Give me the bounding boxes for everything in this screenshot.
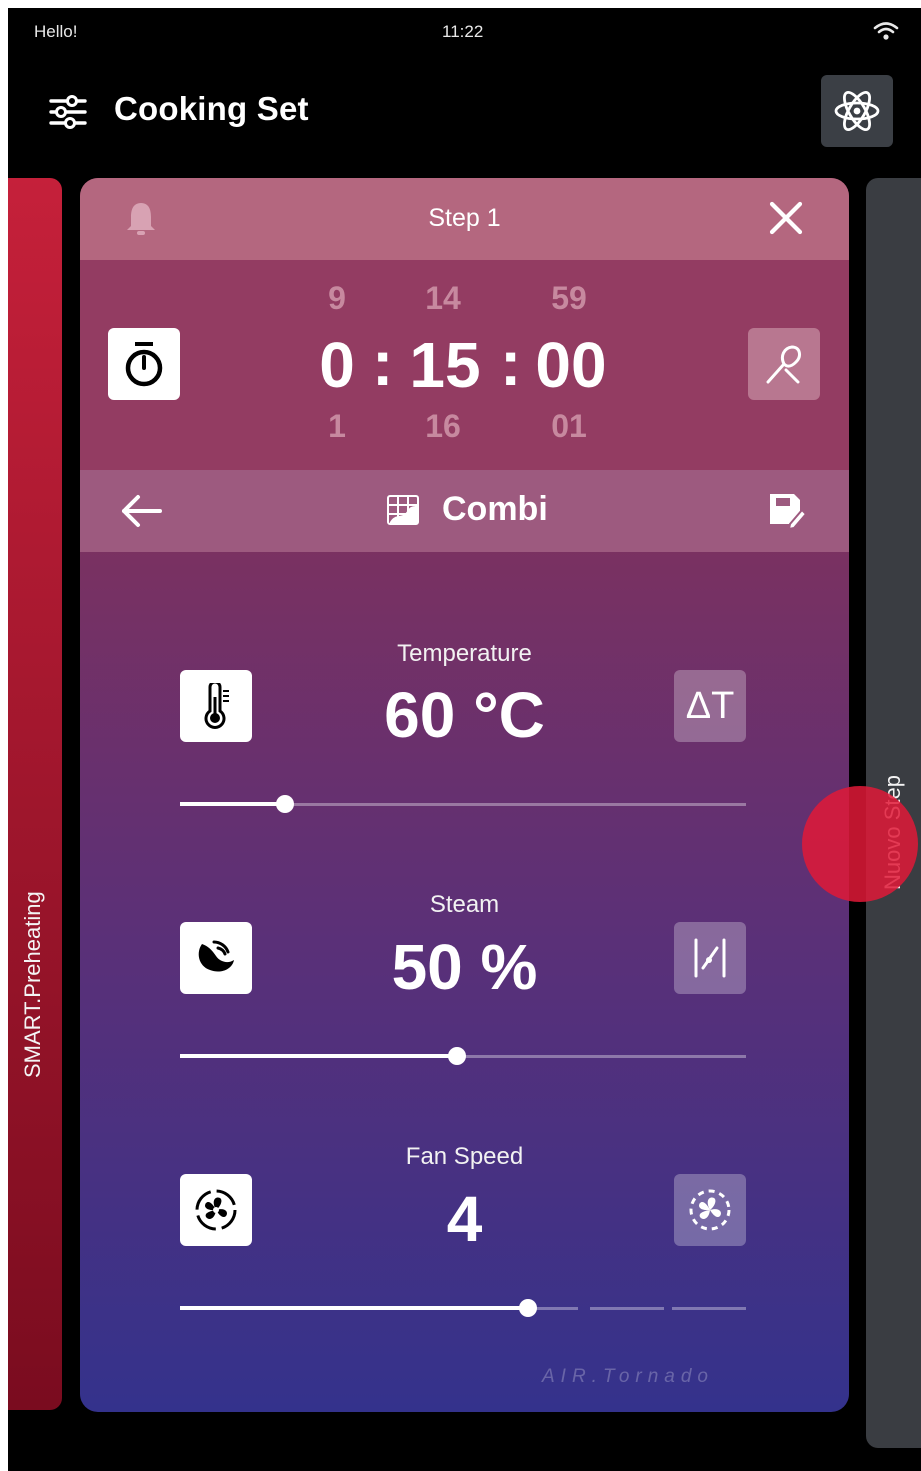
timer-picker[interactable]: 9 14 59 0 : 15 : 00 1 16 01 [80, 260, 849, 470]
touch-indicator [802, 786, 918, 902]
hours-value[interactable]: 0 [292, 328, 382, 402]
step-card: Step 1 9 14 59 0 : 15 : 00 1 16 01 Combi… [80, 178, 849, 1412]
status-greeting: Hello! [34, 22, 78, 41]
smart-preheating-panel[interactable]: SMART.Preheating [8, 178, 62, 1410]
header: Cooking Set [8, 64, 921, 160]
status-time: 11:22 [442, 22, 484, 41]
atom-button[interactable] [821, 75, 893, 147]
screen: Hello! 11:22 Cooking Set SMART.Preheatin… [8, 8, 921, 1471]
settings-sliders-icon[interactable] [48, 94, 88, 130]
status-bar: Hello! 11:22 [8, 8, 921, 52]
save-icon[interactable] [768, 492, 808, 530]
seconds-next: 01 [551, 408, 587, 444]
core-probe-icon [766, 345, 801, 384]
core-probe-button[interactable] [748, 328, 820, 400]
minutes-next: 16 [425, 408, 461, 444]
combi-mode-icon [387, 495, 419, 525]
atom-icon [834, 90, 880, 132]
mode-bar: Combi [80, 470, 849, 552]
back-arrow-icon[interactable] [120, 492, 164, 530]
timer-colon: : [372, 327, 394, 399]
air-tornado-watermark: AIR.Tornado [542, 1366, 714, 1387]
timer-colon: : [500, 327, 522, 399]
page-title: Cooking Set [114, 90, 309, 127]
slider-thumb[interactable] [448, 1047, 467, 1065]
steam-label: Steam [429, 891, 500, 918]
fan-speed-slider[interactable] [180, 1298, 746, 1318]
fan-speed-label: Fan Speed [405, 1143, 524, 1170]
close-icon[interactable] [766, 198, 806, 238]
slider-segment [672, 1307, 746, 1310]
wifi-icon [873, 22, 899, 40]
slider-fill [180, 802, 285, 806]
slider-thumb[interactable] [275, 795, 294, 813]
humidity-mode-button[interactable] [674, 922, 746, 994]
humidity-mode-icon [694, 938, 726, 978]
minutes-value[interactable]: 15 [400, 328, 490, 402]
hours-next: 1 [328, 408, 346, 444]
hours-prev: 9 [328, 280, 346, 316]
temperature-label: Temperature [397, 640, 532, 667]
temperature-slider[interactable] [180, 794, 746, 814]
minutes-prev: 14 [425, 280, 461, 316]
step-header: Step 1 [80, 178, 849, 260]
slider-thumb[interactable] [519, 1299, 538, 1317]
mode-title[interactable]: Combi [442, 490, 548, 529]
smart-preheating-label: SMART.Preheating [20, 891, 45, 1078]
slider-fill [180, 1306, 529, 1310]
slider-segment [590, 1307, 664, 1310]
slider-fill [180, 1054, 458, 1058]
steam-slider[interactable] [180, 1046, 746, 1066]
stopwatch-icon [125, 342, 163, 387]
stopwatch-button[interactable] [108, 328, 180, 400]
air-tornado-icon [689, 1189, 731, 1231]
delta-t-button[interactable]: ΔT [674, 670, 746, 742]
step-title: Step 1 [428, 204, 501, 232]
seconds-prev: 59 [551, 280, 587, 316]
air-tornado-button[interactable] [674, 1174, 746, 1246]
seconds-value[interactable]: 00 [526, 328, 616, 402]
